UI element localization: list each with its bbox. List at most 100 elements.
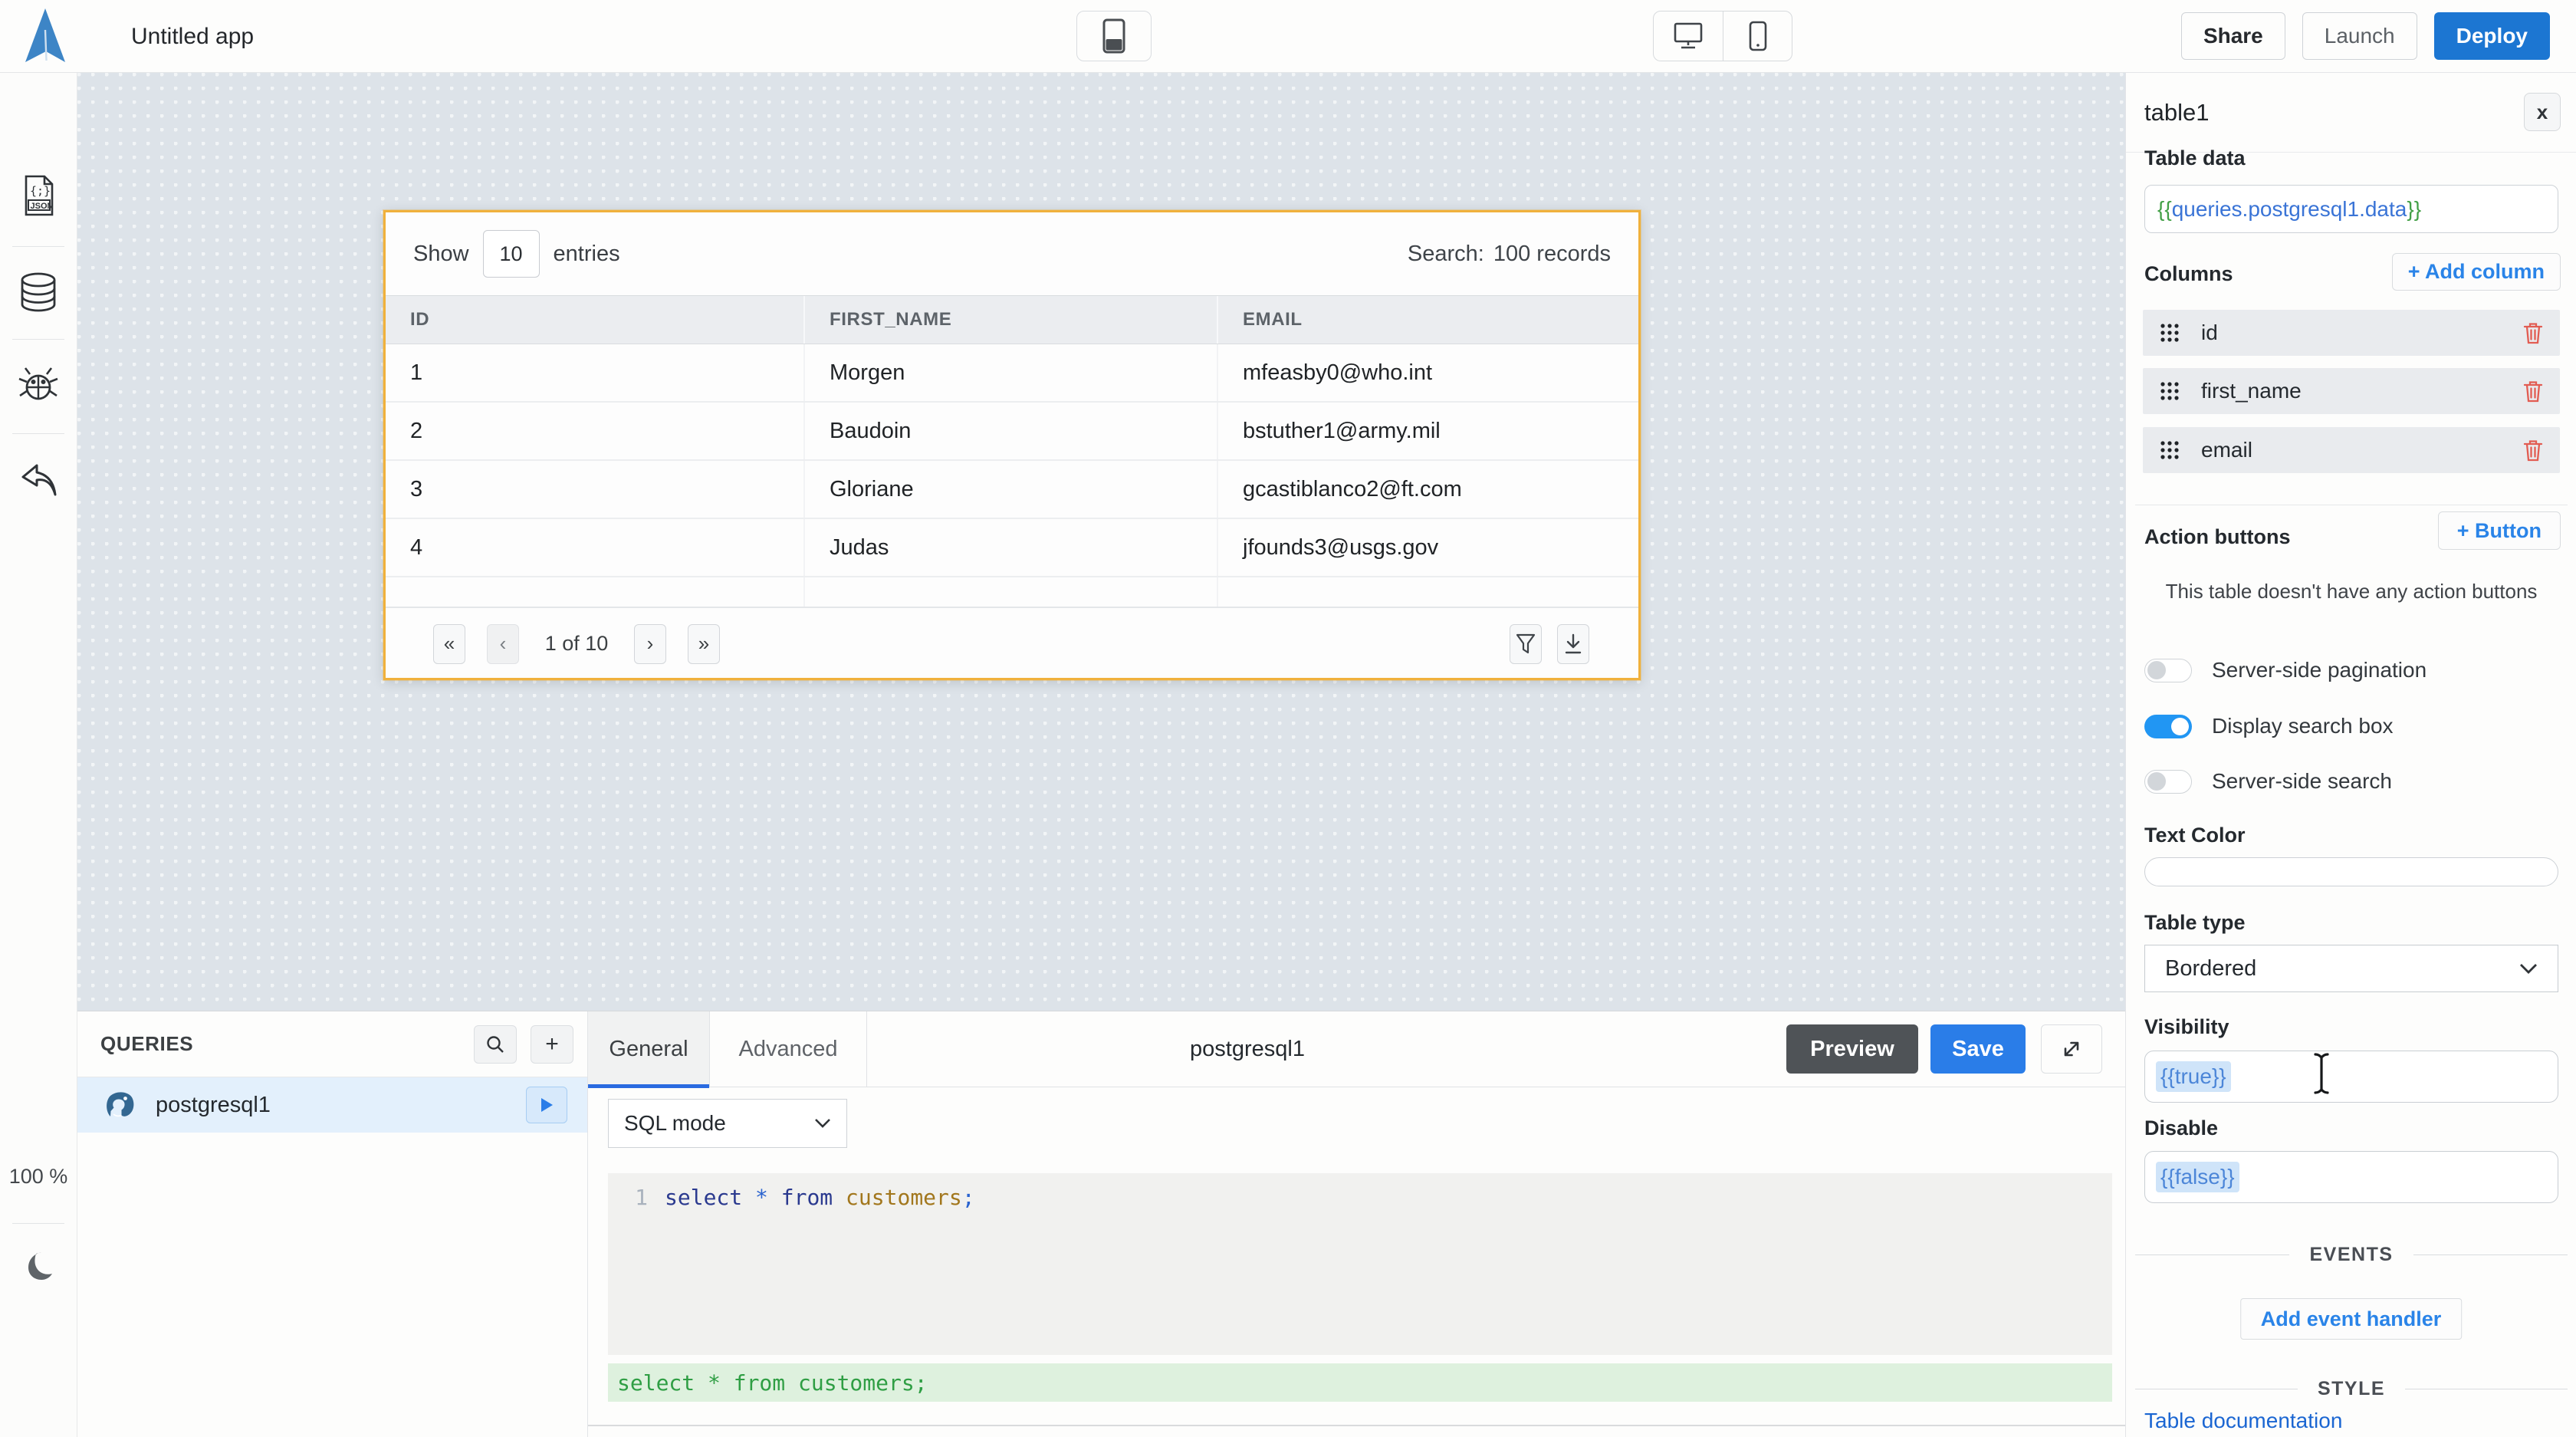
text-color-input[interactable] [2144, 857, 2558, 886]
display-search-box-toggle[interactable] [2144, 715, 2192, 738]
chevron-down-icon [2519, 963, 2538, 975]
entries-label: entries [554, 242, 620, 267]
search-value[interactable]: 100 records [1493, 242, 1611, 267]
server-side-pagination-toggle[interactable] [2144, 659, 2192, 682]
drag-handle-icon[interactable] [2160, 323, 2180, 343]
column-item[interactable]: email [2143, 427, 2560, 473]
undo-button[interactable] [0, 461, 77, 499]
cell-first-name[interactable]: Gloriane [805, 461, 1218, 518]
server-side-search-toggle[interactable] [2144, 770, 2192, 794]
table-documentation-link[interactable]: Table documentation [2144, 1409, 2342, 1433]
table-widget[interactable]: Show 10 entries Search: 100 records ID F… [383, 210, 1641, 680]
cell-email[interactable]: gcastiblanco2@ft.com [1218, 461, 1638, 518]
column-item[interactable]: id [2143, 310, 2560, 356]
column-header-email[interactable]: EMAIL [1218, 296, 1638, 344]
save-button[interactable]: Save [1930, 1024, 2026, 1074]
share-button[interactable]: Share [2181, 12, 2285, 60]
left-rail: {;} JSON 100 % [0, 73, 77, 1437]
table-row[interactable]: 4 Judas jfounds3@usgs.gov [386, 519, 1638, 577]
deploy-button[interactable]: Deploy [2434, 12, 2550, 60]
launch-button[interactable]: Launch [2302, 12, 2417, 60]
cell-id[interactable]: 4 [386, 519, 805, 576]
mobile-icon [1749, 21, 1767, 51]
first-page-button[interactable]: « [433, 624, 465, 664]
delete-column-icon[interactable] [2523, 321, 2543, 344]
cell-id[interactable]: 3 [386, 461, 805, 518]
query-name[interactable]: postgresql1 [156, 1093, 526, 1118]
sql-code-editor[interactable]: 1 select * from customers ; [608, 1173, 2112, 1355]
binding-close-braces: }} [2407, 197, 2421, 222]
page-size-input[interactable]: 10 [483, 230, 540, 278]
mobile-preview-button[interactable] [1723, 12, 1792, 61]
tab-advanced[interactable]: Advanced [710, 1011, 867, 1087]
visibility-value: {{true}} [2156, 1061, 2231, 1092]
queries-search-button[interactable] [474, 1025, 517, 1064]
canvas-zoom-level[interactable]: 100 % [0, 1165, 77, 1189]
expand-editor-button[interactable] [2041, 1024, 2102, 1074]
cell-id[interactable]: 1 [386, 344, 805, 401]
column-item-name[interactable]: email [2201, 438, 2523, 462]
close-property-pane-button[interactable]: x [2524, 93, 2561, 131]
table-search[interactable]: Search: 100 records [1408, 242, 1611, 267]
cell-first-name[interactable]: Baudoin [805, 403, 1218, 459]
column-item[interactable]: first_name [2143, 368, 2560, 414]
appsmith-logo-icon [24, 7, 67, 67]
table-data-input[interactable]: {{queries.postgresql1.data}} [2144, 185, 2558, 233]
canvas[interactable]: Show 10 entries Search: 100 records ID F… [77, 73, 2125, 1011]
add-action-button[interactable]: + Button [2438, 511, 2561, 550]
cell-email[interactable]: jfounds3@usgs.gov [1218, 519, 1638, 576]
toggle-label: Server-side search [2212, 769, 2392, 794]
disable-input[interactable]: {{false}} [2144, 1151, 2558, 1203]
canvas-size-button[interactable] [1076, 11, 1152, 61]
app-logo[interactable] [18, 8, 72, 66]
sidebar-item-json-file[interactable]: {;} JSON [0, 175, 77, 216]
preview-button[interactable]: Preview [1786, 1024, 1918, 1074]
visibility-input[interactable]: {{true}} [2144, 1051, 2558, 1103]
filter-button[interactable] [1510, 624, 1542, 664]
column-item-name[interactable]: id [2201, 321, 2523, 345]
search-icon [485, 1034, 505, 1054]
next-page-button[interactable]: › [634, 624, 666, 664]
add-query-button[interactable]: + [531, 1025, 573, 1064]
sidebar-item-datasources[interactable] [0, 272, 77, 312]
sql-code-line[interactable]: 1 select * from customers ; [608, 1173, 2112, 1221]
cell-email[interactable]: mfeasby0@who.int [1218, 344, 1638, 401]
add-column-button[interactable]: + Add column [2392, 253, 2561, 291]
filter-funnel-icon [1516, 633, 1536, 655]
table-row[interactable]: 2 Baudoin bstuther1@army.mil [386, 403, 1638, 461]
table-row[interactable]: 1 Morgen mfeasby0@who.int [386, 344, 1638, 403]
cell-email[interactable]: bstuther1@army.mil [1218, 403, 1638, 459]
query-list-item[interactable]: postgresql1 [77, 1077, 587, 1133]
add-event-handler-button[interactable]: Add event handler [2240, 1298, 2463, 1340]
bug-icon [18, 367, 59, 405]
column-header-id[interactable]: ID [386, 296, 805, 344]
editor-query-title[interactable]: postgresql1 [1190, 1011, 1305, 1087]
cell-first-name[interactable]: Judas [805, 519, 1218, 576]
table-controls-row: Show 10 entries Search: 100 records [386, 212, 1638, 295]
delete-column-icon[interactable] [2523, 439, 2543, 462]
drag-handle-icon[interactable] [2160, 440, 2180, 460]
widget-name[interactable]: table1 [2144, 73, 2209, 153]
desktop-preview-button[interactable] [1654, 12, 1723, 61]
table-row[interactable]: 3 Gloriane gcastiblanco2@ft.com [386, 461, 1638, 519]
tab-general[interactable]: General [588, 1011, 710, 1087]
table-type-select[interactable]: Bordered [2144, 945, 2558, 992]
download-icon [1563, 633, 1583, 655]
app-title[interactable]: Untitled app [131, 0, 254, 73]
sidebar-item-debugger[interactable] [0, 367, 77, 405]
last-page-button[interactable]: » [688, 624, 720, 664]
column-header-first-name[interactable]: FIRST_NAME [805, 296, 1218, 344]
drag-handle-icon[interactable] [2160, 381, 2180, 401]
cell-id[interactable]: 2 [386, 403, 805, 459]
column-item-name[interactable]: first_name [2201, 379, 2523, 403]
delete-column-icon[interactable] [2523, 380, 2543, 403]
cell-first-name[interactable]: Morgen [805, 344, 1218, 401]
rail-divider [12, 433, 64, 434]
prev-page-button[interactable]: ‹ [487, 624, 519, 664]
bottom-panel: QUERIES + postgresql1 [77, 1011, 2125, 1437]
download-button[interactable] [1557, 624, 1589, 664]
run-query-button[interactable] [526, 1087, 567, 1123]
theme-toggle[interactable] [0, 1248, 77, 1283]
chevron-down-icon [814, 1118, 831, 1129]
sql-mode-select[interactable]: SQL mode [608, 1099, 847, 1148]
